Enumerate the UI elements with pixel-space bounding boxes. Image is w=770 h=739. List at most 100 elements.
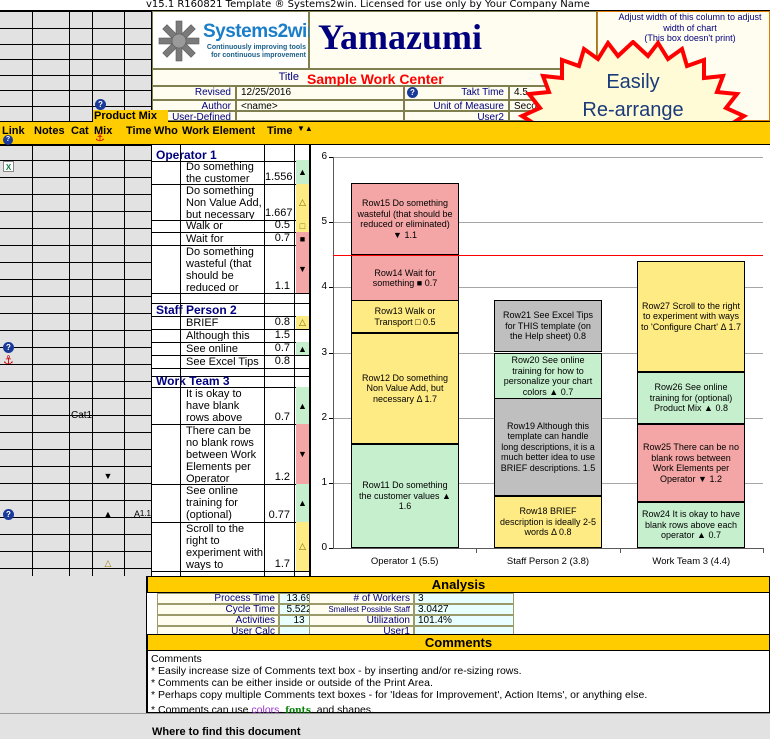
- x-axis-category-label: Work Team 3 (4.4): [652, 556, 731, 567]
- y-axis-tick-label: 0: [321, 542, 327, 553]
- column-header-flag[interactable]: ▼▲: [297, 125, 313, 133]
- grid-hline: [0, 145, 152, 146]
- work-element-time[interactable]: 1.667: [265, 207, 293, 219]
- chart-bar-segment[interactable]: Row24 It is okay to have blank rows abov…: [637, 502, 745, 548]
- work-element-mix-flag[interactable]: △: [94, 558, 122, 569]
- comment-line: * Easily increase size of Comments text …: [151, 665, 522, 677]
- work-element-text[interactable]: There can be no blank rows between Work …: [182, 425, 264, 483]
- work-element-time[interactable]: 0.7: [265, 411, 293, 423]
- work-element-text[interactable]: Scroll to the right to experiment with w…: [182, 523, 264, 570]
- work-element-flag[interactable]: ■: [296, 232, 309, 245]
- work-element-flag[interactable]: ▲: [296, 484, 309, 522]
- grid-hline: [0, 398, 152, 399]
- chart-bar-segment[interactable]: Row18 BRIEF description is ideally 2-5 w…: [494, 496, 602, 548]
- work-element-time[interactable]: 0.5: [265, 219, 293, 231]
- row-divider: [152, 368, 310, 369]
- chart-bar-segment[interactable]: Row12 Do something Non Value Add, but ne…: [351, 333, 459, 444]
- spreadsheet-left-grid: [0, 11, 152, 576]
- work-element-time[interactable]: 0.77: [265, 509, 293, 521]
- logo-tagline-1: Continuously improving tools: [206, 44, 306, 51]
- grid-hline: [0, 432, 152, 433]
- work-element-mix-flag[interactable]: ▲: [94, 509, 122, 519]
- work-element-time[interactable]: 1.5: [265, 329, 293, 341]
- x-axis-category-label: Staff Person 2 (3.8): [506, 556, 590, 567]
- work-element-time[interactable]: 1.556: [265, 171, 293, 183]
- work-element-flag[interactable]: ▼: [296, 424, 309, 484]
- grid-hline: [0, 245, 152, 246]
- work-element-text[interactable]: Do something Non Value Add, but necessar…: [182, 185, 264, 219]
- excel-file-icon[interactable]: X: [3, 161, 14, 172]
- grid-hline: [0, 262, 152, 263]
- work-element-text[interactable]: Wait for something: [182, 233, 264, 244]
- work-element-flag[interactable]: △: [296, 184, 309, 220]
- work-element-time[interactable]: 0.7: [265, 342, 293, 354]
- chart-bar-segment[interactable]: Row11 Do something the customer values ▲…: [351, 444, 459, 548]
- help-icon[interactable]: ?: [407, 87, 418, 98]
- info-right-label: Takt Time: [461, 87, 504, 98]
- chart-bar-segment[interactable]: Row27 Scroll to the right to experiment …: [637, 261, 745, 372]
- work-element-time[interactable]: 1.7: [265, 558, 293, 570]
- col-divider-link: [32, 11, 33, 576]
- grid-hline: [0, 59, 152, 60]
- help-icon[interactable]: ?: [3, 135, 13, 145]
- work-element-flag[interactable]: △: [296, 316, 309, 329]
- x-axis-tick: [620, 548, 621, 553]
- help-icon[interactable]: ?: [95, 99, 106, 110]
- y-axis-tick-label: 2: [321, 412, 327, 423]
- work-element-time[interactable]: 0.7: [265, 232, 293, 244]
- analysis-value[interactable]: 3.0427: [414, 604, 514, 615]
- col-divider-notes: [69, 11, 70, 576]
- help-icon[interactable]: ?: [3, 342, 14, 353]
- chart-width-note-line2: width of chart: [663, 22, 717, 33]
- analysis-label: Smallest Possible Staff: [309, 604, 414, 615]
- analysis-value[interactable]: 101.4%: [414, 615, 514, 626]
- work-element-text[interactable]: See online training for (optional) Produ…: [182, 485, 264, 521]
- chart-width-note-line1: Adjust width of this column to adjust: [618, 12, 762, 22]
- work-element-text[interactable]: BRIEF description i: [182, 317, 264, 328]
- work-element-text[interactable]: Although this templ: [182, 330, 264, 341]
- chart-bar-segment[interactable]: Row20 See online training for how to per…: [494, 353, 602, 399]
- y-axis-tick-label: 3: [321, 347, 327, 358]
- info-value-cell[interactable]: [236, 111, 404, 121]
- anchor-icon[interactable]: ⚓: [95, 133, 105, 144]
- analysis-label: Activities: [157, 615, 279, 626]
- column-header-time-mix[interactable]: Time: [126, 125, 151, 137]
- work-element-time[interactable]: 1.2: [265, 471, 293, 483]
- work-element-cat[interactable]: Cat1: [71, 410, 92, 421]
- comments-title: Comments: [147, 634, 770, 651]
- grid-hline: [0, 381, 152, 382]
- work-element-text[interactable]: See online training f: [182, 343, 264, 354]
- work-element-text[interactable]: It is okay to have blank rows above each…: [182, 388, 264, 423]
- chart-bar-segment[interactable]: Row25 There can be no blank rows between…: [637, 424, 745, 502]
- anchor-icon[interactable]: ⚓: [3, 354, 14, 366]
- work-element-text[interactable]: See Excel Tips for T: [182, 356, 264, 367]
- work-element-mix-time[interactable]: 1.1: [126, 509, 151, 518]
- column-header-notes[interactable]: Notes: [34, 125, 68, 137]
- work-element-text[interactable]: Do something wasteful (that should be re…: [182, 246, 264, 292]
- comments-body[interactable]: Comments * Easily increase size of Comme…: [147, 651, 770, 716]
- work-element-time[interactable]: 1.1: [265, 280, 293, 292]
- chart-bar-segment[interactable]: Row14 Wait for something ■ 0.7: [351, 255, 459, 301]
- column-header-time[interactable]: Time: [267, 125, 293, 137]
- work-element-text[interactable]: Do something the customer values: [182, 161, 264, 183]
- help-icon[interactable]: ?: [3, 509, 14, 520]
- analysis-label: Process Time: [157, 593, 279, 604]
- work-element-flag[interactable]: ▲: [296, 160, 309, 184]
- analysis-label: # of Workers: [309, 593, 414, 604]
- work-element-text[interactable]: Walk or Transport: [182, 220, 264, 231]
- work-element-time[interactable]: 0.8: [265, 355, 293, 367]
- work-element-mix-flag[interactable]: ▼: [94, 471, 122, 481]
- chart-bar-segment[interactable]: Row13 Walk or Transport □ 0.5: [351, 300, 459, 333]
- comment-line: * Perhaps copy multiple Comments text bo…: [151, 689, 648, 701]
- title-field-value[interactable]: Sample Work Center: [307, 71, 507, 87]
- chart-bar-segment[interactable]: Row21 See Excel Tips for THIS template (…: [494, 300, 602, 352]
- chart-gridline: [333, 157, 763, 158]
- chart-bar-segment[interactable]: Row26 See online training for (optional)…: [637, 372, 745, 424]
- analysis-value[interactable]: 3: [414, 593, 514, 604]
- chart-bar-segment[interactable]: Row19 Although this template can handle …: [494, 398, 602, 496]
- column-header-work-element[interactable]: Work Element: [182, 125, 262, 137]
- column-header-who[interactable]: Who: [154, 125, 179, 137]
- column-header-cat[interactable]: Cat: [71, 125, 91, 137]
- chart-bar-segment[interactable]: Row15 Do something wasteful (that should…: [351, 183, 459, 255]
- work-element-time[interactable]: 0.8: [265, 316, 293, 328]
